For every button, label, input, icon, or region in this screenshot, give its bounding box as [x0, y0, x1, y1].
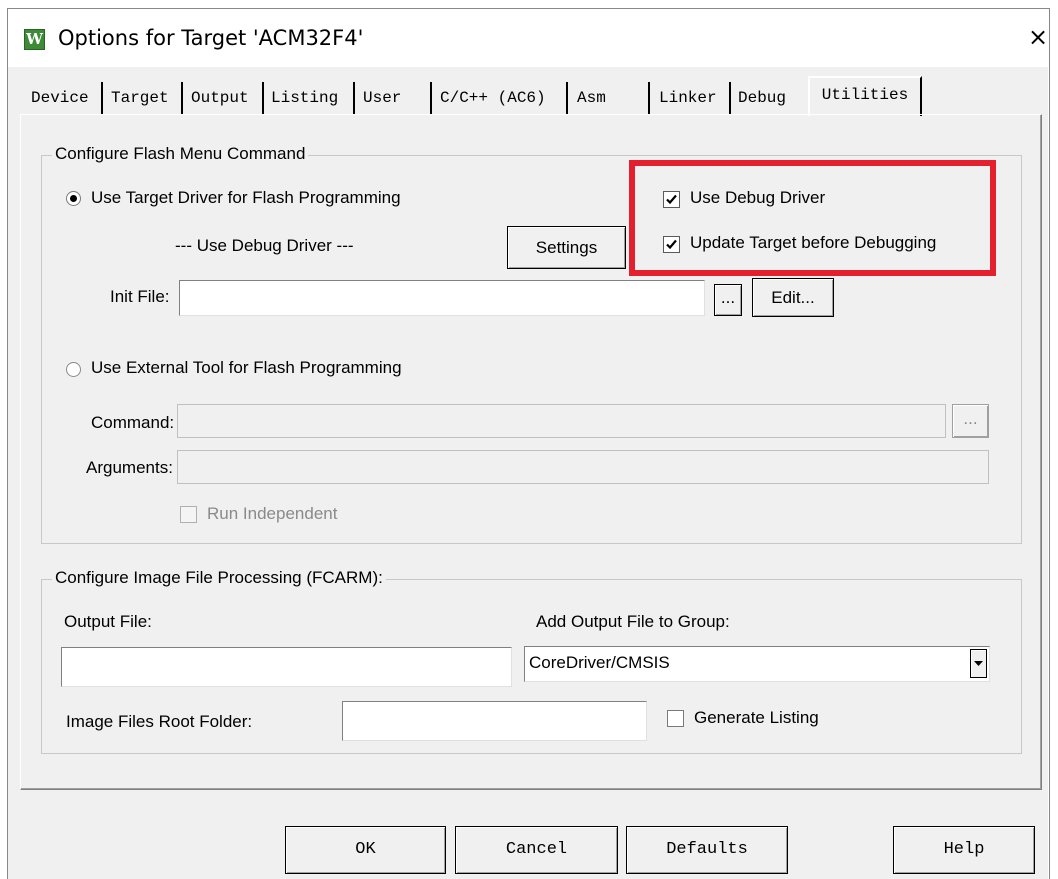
output-file-label: Output File:	[64, 612, 152, 631]
arguments-label: Arguments:	[86, 458, 173, 477]
window-title: Options for Target 'ACM32F4'	[58, 26, 364, 50]
tab-debug[interactable]: Debug	[738, 83, 786, 113]
edit-button[interactable]: Edit...	[752, 278, 834, 317]
command-browse-button[interactable]: ...	[952, 404, 989, 438]
tab-divider	[566, 82, 568, 114]
generate-listing-label[interactable]: Generate Listing	[694, 708, 819, 728]
tab-divider	[648, 82, 650, 114]
output-file-input[interactable]	[61, 647, 512, 687]
init-file-input[interactable]	[179, 280, 705, 316]
tab-utilities[interactable]: Utilities	[808, 76, 922, 116]
tab-utilities-label: Utilities	[821, 86, 909, 104]
radio-selected-dot	[70, 195, 77, 202]
add-output-group-label: Add Output File to Group:	[536, 612, 730, 631]
use-external-tool-radio[interactable]	[66, 362, 81, 377]
close-icon[interactable]: ×	[1026, 22, 1050, 52]
run-independent-label[interactable]: Run Independent	[207, 504, 337, 524]
tab-divider	[181, 82, 183, 114]
defaults-button[interactable]: Defaults	[626, 826, 788, 874]
tab-output[interactable]: Output	[191, 83, 249, 113]
use-external-tool-label[interactable]: Use External Tool for Flash Programming	[91, 358, 402, 378]
tab-target[interactable]: Target	[111, 83, 169, 113]
help-button[interactable]: Help	[893, 826, 1035, 874]
tab-divider	[101, 82, 103, 114]
highlight-box	[629, 160, 996, 276]
tab-listing[interactable]: Listing	[271, 83, 338, 113]
command-label: Command:	[91, 413, 175, 432]
tab-asm[interactable]: Asm	[577, 83, 606, 113]
tab-divider	[430, 82, 432, 114]
tab-divider	[262, 82, 264, 114]
init-file-browse-button[interactable]: ...	[714, 284, 742, 316]
run-independent-checkbox[interactable]	[180, 506, 197, 523]
init-file-label: Init File:	[110, 287, 170, 306]
flash-driver-name: --- Use Debug Driver ---	[175, 236, 354, 255]
image-group-label: Configure Image File Processing (FCARM):	[52, 568, 386, 588]
flash-group-label: Configure Flash Menu Command	[52, 144, 309, 164]
output-group-select[interactable]: CoreDriver/CMSIS	[524, 646, 990, 682]
tab-divider	[729, 82, 731, 114]
use-target-driver-label[interactable]: Use Target Driver for Flash Programming	[91, 188, 401, 208]
tab-cpp[interactable]: C/C++ (AC6)	[440, 83, 546, 113]
tab-linker[interactable]: Linker	[659, 83, 717, 113]
generate-listing-checkbox[interactable]	[667, 710, 684, 727]
chevron-down-icon	[974, 661, 983, 666]
settings-button[interactable]: Settings	[507, 226, 626, 269]
output-group-selected: CoreDriver/CMSIS	[529, 653, 670, 672]
arguments-input[interactable]	[177, 450, 989, 484]
root-folder-label: Image Files Root Folder:	[66, 712, 253, 731]
tab-divider	[353, 82, 355, 114]
tab-user[interactable]: User	[363, 83, 401, 113]
keil-app-icon: W	[24, 29, 45, 50]
ok-button[interactable]: OK	[285, 826, 446, 874]
use-target-driver-radio[interactable]	[66, 191, 81, 206]
cancel-button[interactable]: Cancel	[455, 826, 618, 874]
dropdown-arrow[interactable]	[970, 649, 987, 678]
command-input[interactable]	[177, 404, 946, 438]
root-folder-input[interactable]	[342, 701, 647, 741]
tab-device[interactable]: Device	[31, 83, 89, 113]
